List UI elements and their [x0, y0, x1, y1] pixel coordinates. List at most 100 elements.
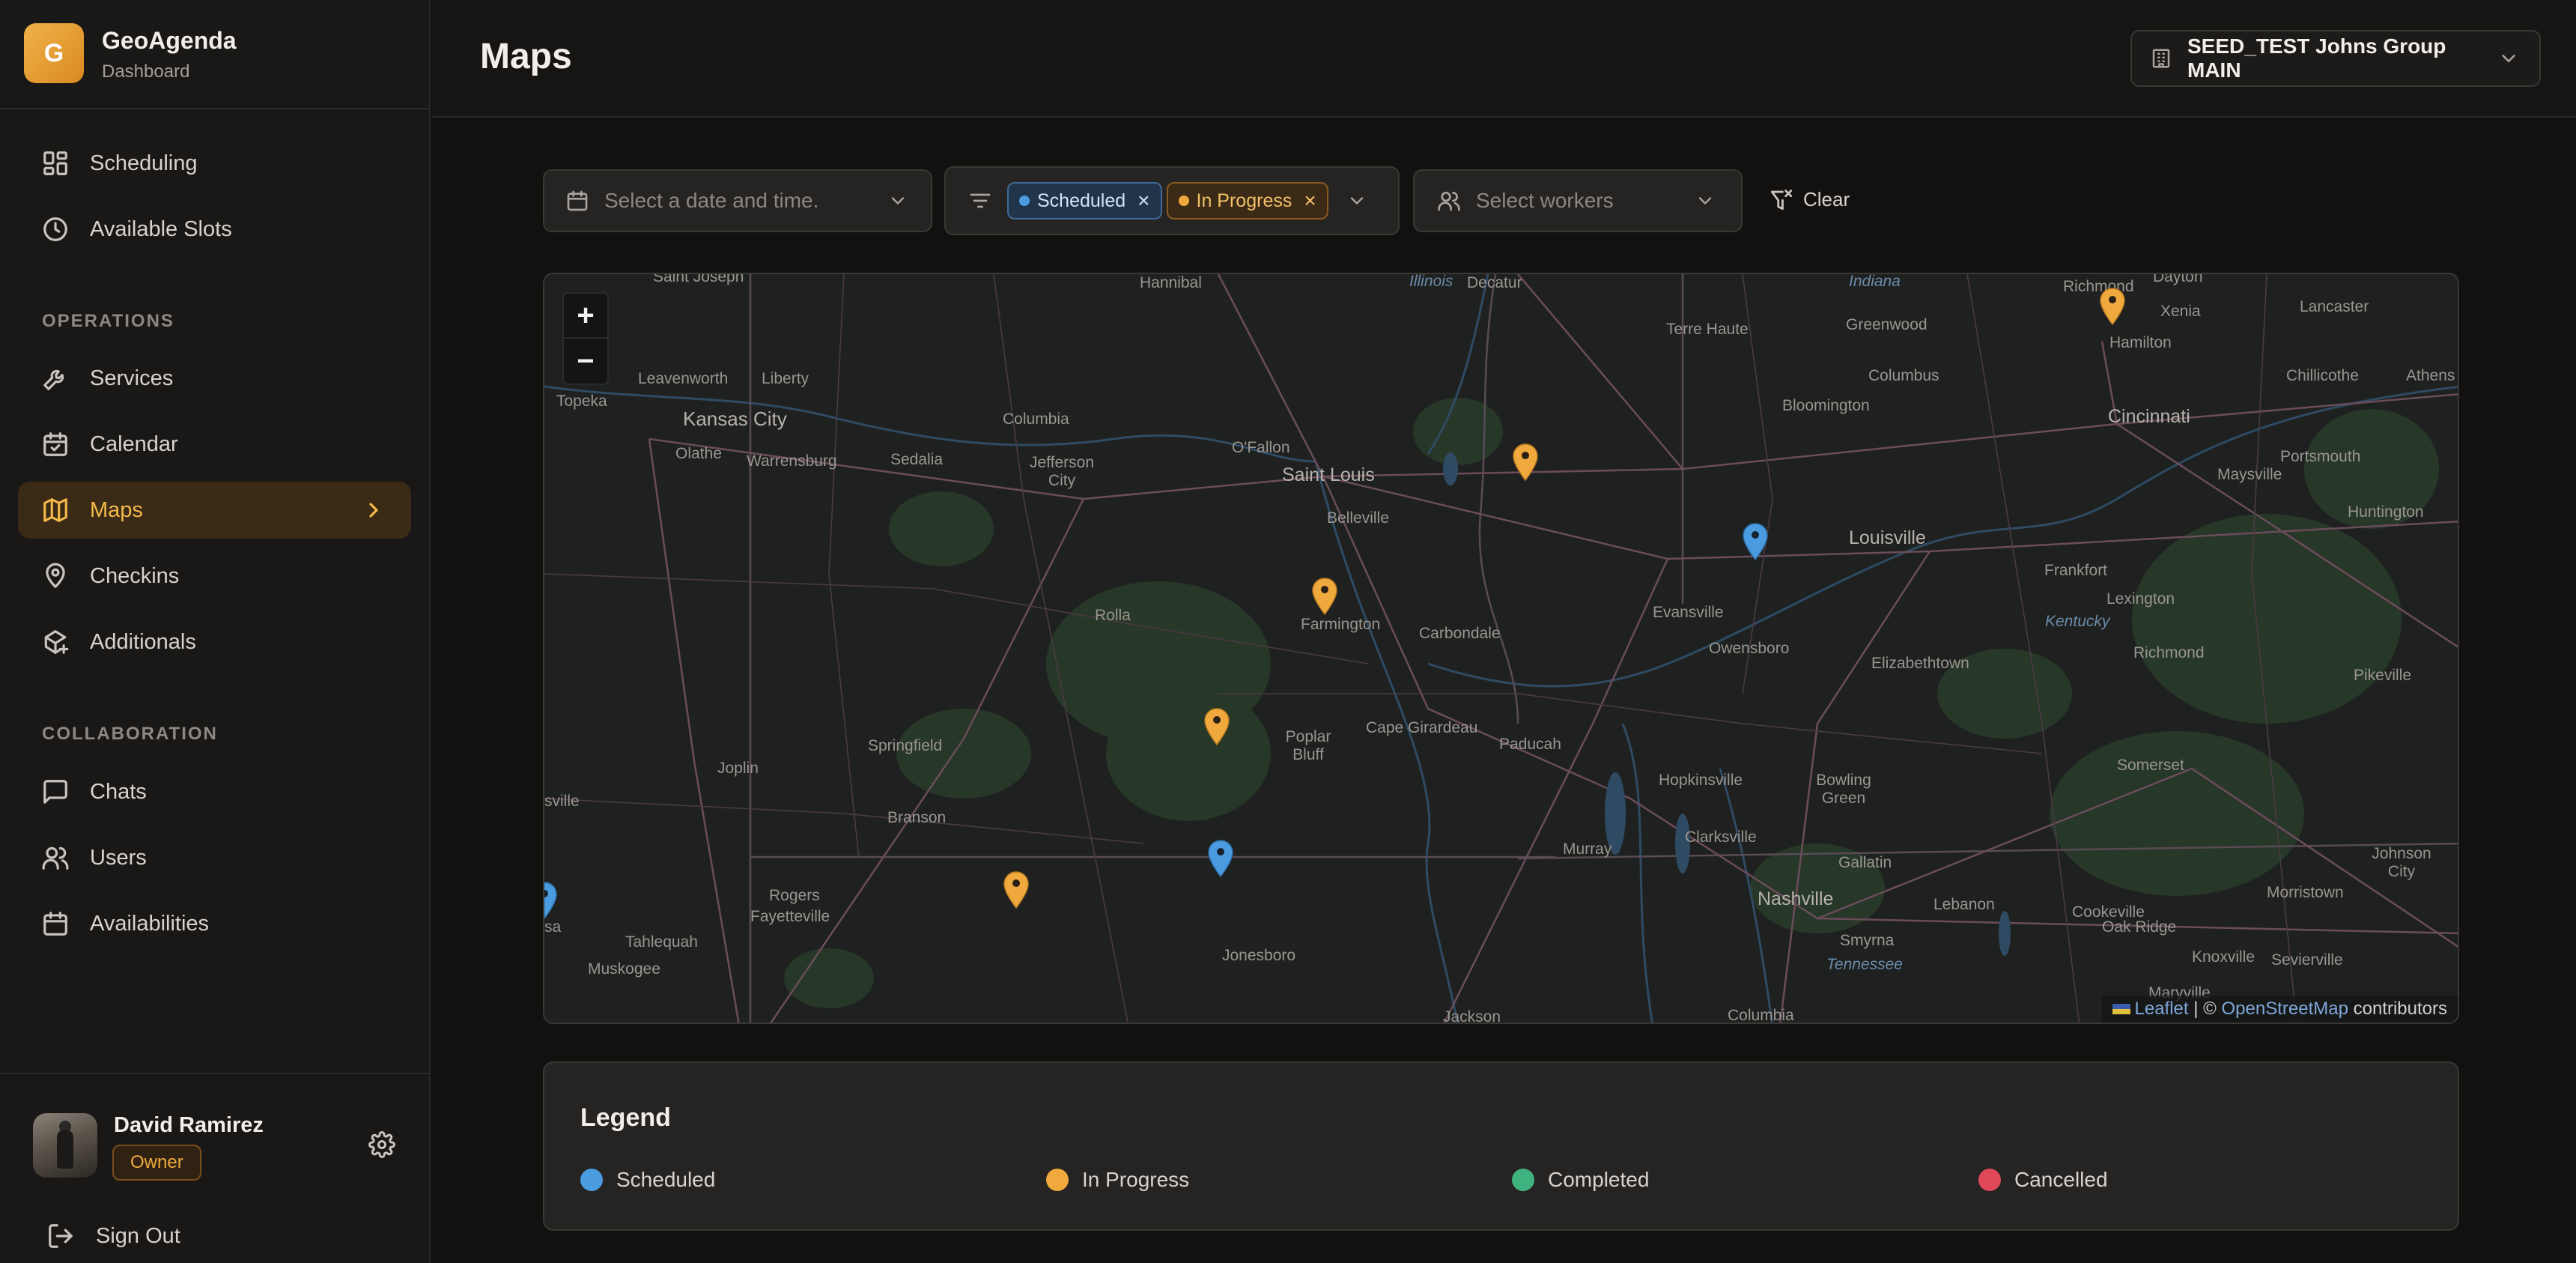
topbar: Maps SEED_TEST Johns Group MAIN [432, 0, 2576, 118]
remove-chip-icon[interactable]: × [1304, 189, 1316, 213]
map-marker[interactable] [544, 881, 558, 920]
map-pin-icon [40, 561, 70, 591]
map-label: Hamilton [2109, 334, 2172, 351]
map-label: Columbia [1728, 1007, 1794, 1024]
map-label: Joplin [717, 760, 759, 777]
avatar[interactable] [33, 1113, 97, 1178]
user-profile: David Ramirez Owner Sign Out [0, 1073, 429, 1263]
map-marker[interactable] [1203, 707, 1230, 746]
chevron-down-icon [1350, 197, 1363, 205]
leaflet-link[interactable]: Leaflet [2135, 999, 2189, 1020]
organization-select[interactable]: SEED_TEST Johns Group MAIN [2130, 30, 2541, 87]
map-marker-icon [2100, 288, 2125, 326]
main-content: Select a date and time. Scheduled × In P… [432, 119, 2576, 1263]
map-view[interactable]: Saint Joseph Hannibal Illinois Decatur I… [543, 273, 2459, 1024]
map-label: Jackson [1443, 1008, 1501, 1024]
map-marker[interactable] [2099, 287, 2126, 326]
package-plus-icon [40, 627, 70, 657]
sidebar-item-label: Availabilities [90, 911, 210, 936]
map-label: Greenwood [1846, 316, 1928, 333]
sidebar-item-chats[interactable]: Chats [18, 763, 411, 820]
gear-icon[interactable] [368, 1131, 395, 1158]
sidebar-item-scheduling[interactable]: Scheduling [18, 135, 411, 192]
map-label: Lancaster [2300, 298, 2369, 315]
sidebar-item-label: Services [90, 366, 174, 390]
remove-chip-icon[interactable]: × [1137, 189, 1149, 213]
date-time-placeholder: Select a date and time. [604, 189, 819, 212]
sidebar: G GeoAgenda Dashboard Scheduling Availab… [0, 0, 431, 1263]
status-chip-scheduled[interactable]: Scheduled × [1007, 182, 1162, 219]
sign-out-button[interactable]: Sign Out [46, 1218, 180, 1254]
status-filter[interactable]: Scheduled × In Progress × [944, 166, 1400, 235]
sidebar-item-checkins[interactable]: Checkins [18, 548, 411, 605]
legend-label: Completed [1548, 1168, 1650, 1191]
map-label: Belleville [1327, 509, 1389, 527]
map-label: Nashville [1758, 888, 1834, 909]
filter-x-icon [1770, 190, 1793, 210]
map-label: Springfield [868, 737, 943, 754]
ukraine-flag-icon [2112, 1004, 2130, 1014]
map-label: Chillicothe [2286, 367, 2359, 384]
map-marker[interactable] [1003, 870, 1030, 909]
sidebar-item-label: Users [90, 845, 147, 870]
sidebar-item-label: Additionals [90, 629, 196, 654]
section-label-operations: OPERATIONS [42, 311, 174, 331]
map-label: Columbus [1868, 367, 1939, 384]
legend-label: Cancelled [2014, 1168, 2108, 1191]
map-label: Gallatin [1838, 854, 1892, 871]
map-attribution: Leaflet | © OpenStreetMap contributors [2101, 996, 2458, 1023]
map-label: Pikeville [2354, 667, 2412, 684]
sidebar-item-additionals[interactable]: Additionals [18, 614, 411, 670]
clock-icon [40, 214, 70, 244]
sidebar-item-maps[interactable]: Maps [18, 482, 411, 539]
map-marker[interactable] [1512, 443, 1539, 482]
map-label: Columbia [1003, 411, 1069, 428]
map-label: Tennessee [1826, 956, 1903, 973]
map-marker-icon [1312, 578, 1337, 616]
workers-select[interactable]: Select workers [1413, 169, 1743, 232]
status-chip-in-progress[interactable]: In Progress × [1166, 182, 1328, 219]
map-label: O'Fallon [1232, 439, 1290, 456]
map-marker[interactable] [1207, 839, 1234, 878]
sidebar-item-label: Available Slots [90, 216, 232, 241]
legend-item-in-progress: In Progress [1046, 1168, 1189, 1192]
map-label: Lexington [2106, 590, 2175, 608]
map-marker[interactable] [1311, 577, 1338, 616]
legend-swatch [1512, 1169, 1534, 1191]
map-label: Evansville [1653, 604, 1724, 621]
map-label: Morristown [2267, 884, 2344, 901]
map-marker-icon [544, 882, 557, 920]
map-label: Cincinnati [2108, 406, 2190, 427]
clear-label: Clear [1803, 187, 1850, 210]
sidebar-item-label: Scheduling [90, 151, 198, 175]
chevron-down-icon [2502, 55, 2515, 62]
map-marker[interactable] [1742, 522, 1769, 561]
sidebar-item-services[interactable]: Services [18, 350, 411, 407]
legend-item-scheduled: Scheduled [580, 1168, 715, 1192]
sidebar-item-users[interactable]: Users [18, 829, 411, 886]
brand-logo[interactable]: G [24, 23, 84, 83]
map-label: Hopkinsville [1659, 772, 1743, 789]
sidebar-item-calendar[interactable]: Calendar [18, 416, 411, 473]
organization-select-value: SEED_TEST Johns Group MAIN [2187, 34, 2446, 82]
map-label: Athens [2406, 367, 2455, 384]
zoom-in-button[interactable]: + [564, 294, 607, 339]
map-label: Elizabethtown [1871, 655, 1969, 672]
date-time-picker[interactable]: Select a date and time. [543, 169, 932, 232]
map-label: Leavenworth [638, 370, 729, 387]
calendar-icon [567, 190, 588, 211]
sidebar-item-available-slots[interactable]: Available Slots [18, 201, 411, 258]
openstreetmap-link[interactable]: OpenStreetMap [2222, 999, 2348, 1020]
map-label: sa [544, 918, 562, 936]
map-label: Topeka [556, 393, 607, 410]
zoom-out-button[interactable]: − [564, 339, 607, 384]
map-label: Sedalia [890, 451, 944, 468]
clear-filters-button[interactable]: Clear [1769, 187, 1850, 212]
log-out-icon [49, 1224, 73, 1248]
sidebar-item-availabilities[interactable]: Availabilities [18, 895, 411, 952]
map-label: Kentucky [2045, 613, 2110, 630]
chevron-right-icon [362, 498, 386, 522]
map-label: Somerset [2117, 757, 2184, 774]
legend-item-completed: Completed [1512, 1168, 1649, 1192]
map-label: Fayetteville [750, 908, 830, 925]
